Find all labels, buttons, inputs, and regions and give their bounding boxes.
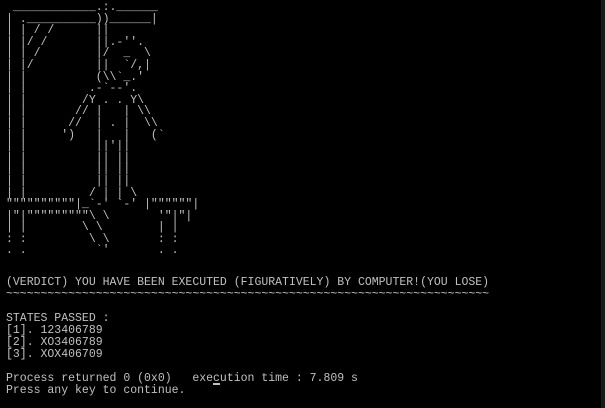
scrollbar[interactable] — [601, 0, 605, 408]
art-line: ____________.:.______ — [6, 1, 158, 14]
console-window[interactable]: ____________.:.______ | .__________))____… — [0, 0, 605, 408]
art-line: | | // | . | \\ — [6, 116, 158, 130]
hangman-ascii-art: ____________.:.______ | .__________))____… — [6, 2, 199, 257]
state-line-3: [3]. XOX406709 — [6, 348, 103, 361]
separator-line: ~~~~~~~~~~~~~~~~~~~~~~~~~~~~~~~~~~~~~~~~… — [6, 288, 490, 301]
art-line: """"""""""|_`-' `-' |""""""| — [6, 198, 200, 212]
art-line: . . `' . . — [6, 244, 179, 258]
press-key-line: Press any key to continue. — [6, 384, 186, 397]
console-output: (VERDICT) YOU HAVE BEEN EXECUTED (FIGURA… — [6, 277, 489, 397]
text-cursor — [213, 383, 220, 385]
art-line: | | || || — [6, 174, 131, 188]
art-line: | |/ || `/,| — [6, 58, 151, 72]
art-line: | | .-`--'. — [6, 82, 138, 96]
art-line: | | ||'|| — [6, 140, 131, 154]
